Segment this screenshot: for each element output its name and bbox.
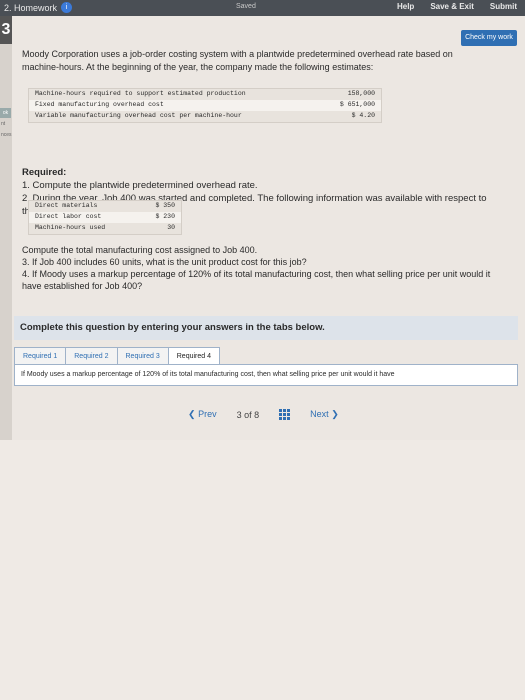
assignment-title: 2. Homework i	[4, 2, 73, 13]
next-label: Next	[310, 409, 329, 419]
chevron-right-icon: ❯	[331, 409, 339, 419]
page-indicator: 3 of 8	[237, 410, 260, 420]
table-row: Variable manufacturing overhead cost per…	[29, 111, 381, 122]
table-row: Direct labor cost $ 230	[29, 212, 181, 223]
check-my-work-button[interactable]: Check my work	[461, 30, 517, 46]
submit-button[interactable]: Submit	[490, 2, 517, 11]
question-item: 4. If Moody uses a markup percentage of …	[22, 269, 491, 291]
assignment-name[interactable]: 2. Homework	[4, 3, 57, 13]
table-row: Machine-hours used 30	[29, 223, 181, 234]
top-bar: 2. Homework i Saved Help Save & Exit Sub…	[0, 0, 525, 16]
of-label: of	[244, 409, 252, 420]
estimate-value: $ 4.20	[351, 112, 375, 119]
question-item: Compute the total manufacturing cost ass…	[22, 245, 258, 255]
estimate-value: $ 651,000	[339, 101, 375, 108]
question-list: Compute the total manufacturing cost ass…	[22, 244, 502, 292]
question-navigation: ❮ Prev 3 of 8 Next ❯	[188, 409, 339, 420]
question-number: 3	[0, 16, 12, 44]
estimate-label: Fixed manufacturing overhead cost	[35, 101, 164, 108]
table-row: Direct materials $ 350	[29, 201, 181, 212]
current-page: 3	[236, 409, 242, 420]
tab-required-2[interactable]: Required 2	[65, 347, 118, 365]
next-button[interactable]: Next ❯	[310, 409, 339, 420]
estimate-label: Machine-hours required to support estima…	[35, 90, 246, 97]
table-row: Fixed manufacturing overhead cost $ 651,…	[29, 100, 381, 111]
job-label: Direct labor cost	[35, 213, 102, 220]
total-pages: 8	[254, 409, 260, 420]
tab-required-4[interactable]: Required 4	[167, 347, 220, 365]
grid-icon[interactable]	[279, 409, 291, 420]
complete-banner: Complete this question by entering your …	[14, 316, 518, 340]
chevron-left-icon: ❮	[188, 409, 196, 419]
required-heading: Required:	[22, 167, 67, 178]
estimate-value: 158,000	[347, 90, 375, 97]
tab-panel: If Moody uses a markup percentage of 120…	[14, 364, 518, 386]
job-value: 30	[167, 224, 175, 231]
prev-label: Prev	[198, 409, 217, 419]
answer-tabs: Required 1 Required 2 Required 3 Require…	[14, 347, 220, 365]
ebook-link[interactable]: ok	[0, 108, 11, 118]
tab-required-3[interactable]: Required 3	[116, 347, 169, 365]
info-badge-icon[interactable]: i	[61, 2, 73, 13]
table-row: Machine-hours required to support estima…	[29, 89, 381, 100]
estimates-table: Machine-hours required to support estima…	[28, 88, 382, 123]
question-item: 3. If Job 400 includes 60 units, what is…	[22, 257, 307, 267]
points-label: nt	[1, 121, 6, 127]
job-label: Direct materials	[35, 202, 98, 209]
job-label: Machine-hours used	[35, 224, 106, 231]
job-value: $ 350	[155, 202, 175, 209]
references-link[interactable]: nces	[1, 132, 12, 138]
top-actions: Help Save & Exit Submit	[397, 2, 517, 11]
tab-required-1[interactable]: Required 1	[14, 347, 67, 365]
job-400-table: Direct materials $ 350 Direct labor cost…	[28, 200, 182, 235]
save-exit-button[interactable]: Save & Exit	[430, 2, 474, 11]
prev-button[interactable]: ❮ Prev	[188, 409, 217, 420]
estimate-label: Variable manufacturing overhead cost per…	[35, 112, 242, 119]
page-background	[0, 440, 525, 700]
job-value: $ 230	[155, 213, 175, 220]
required-item-1: 1. Compute the plantwide predetermined o…	[22, 180, 258, 191]
saved-status: Saved	[236, 3, 256, 10]
problem-intro: Moody Corporation uses a job-order costi…	[22, 49, 453, 72]
help-button[interactable]: Help	[397, 2, 414, 11]
